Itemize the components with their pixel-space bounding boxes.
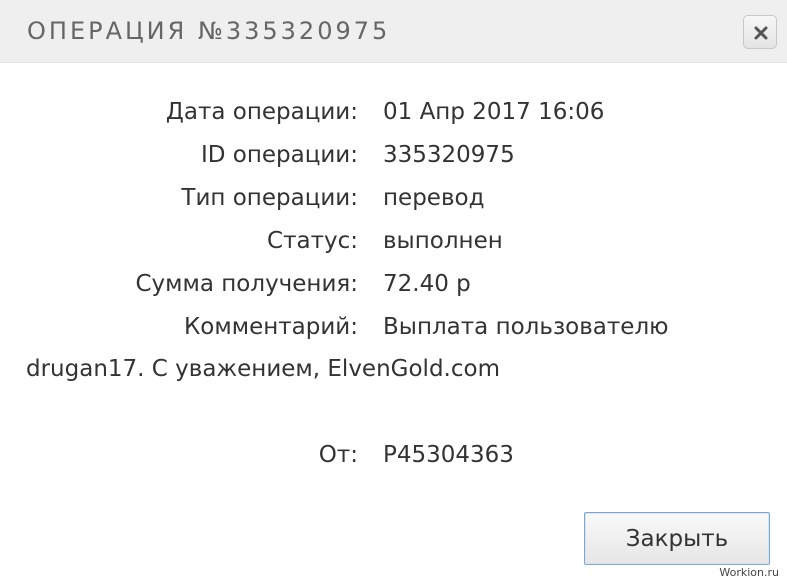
detail-label: Статус: <box>267 228 358 254</box>
detail-row-amount: Сумма получения: 72.40 р <box>0 269 787 299</box>
detail-row-date: Дата операции: 01 Апр 2017 16:06 <box>0 97 787 127</box>
detail-value: P45304363 <box>383 442 514 468</box>
watermark: Workion.ru <box>719 566 779 580</box>
detail-row-from: От: P45304363 <box>0 440 787 470</box>
detail-value: выполнен <box>383 228 503 254</box>
detail-row-comment: Комментарий: Выплата пользователю <box>0 312 787 342</box>
detail-value: 01 Апр 2017 16:06 <box>383 99 605 125</box>
close-button[interactable]: Закрыть <box>584 512 770 565</box>
detail-value: Выплата пользователю <box>383 314 669 340</box>
detail-label: Комментарий: <box>183 314 358 340</box>
detail-row-type: Тип операции: перевод <box>0 183 787 213</box>
comment-continuation: drugan17. С уважением, ElvenGold.com <box>26 356 500 382</box>
detail-value: перевод <box>383 185 485 211</box>
detail-row-id: ID операции: 335320975 <box>0 140 787 170</box>
detail-value: 335320975 <box>383 142 515 168</box>
detail-label: Тип операции: <box>181 185 358 211</box>
detail-label: Дата операции: <box>165 99 358 125</box>
detail-label: Сумма получения: <box>135 271 358 297</box>
close-x-icon <box>754 26 768 40</box>
close-x-button[interactable] <box>743 15 777 49</box>
detail-label: От: <box>318 442 358 468</box>
detail-row-status: Статус: выполнен <box>0 226 787 256</box>
operation-dialog: ОПЕРАЦИЯ №335320975 Дата операции: 01 Ап… <box>0 0 787 583</box>
detail-label: ID операции: <box>200 142 358 168</box>
dialog-title: ОПЕРАЦИЯ №335320975 <box>27 17 391 45</box>
dialog-titlebar: ОПЕРАЦИЯ №335320975 <box>0 0 787 63</box>
detail-value: 72.40 р <box>383 271 471 297</box>
